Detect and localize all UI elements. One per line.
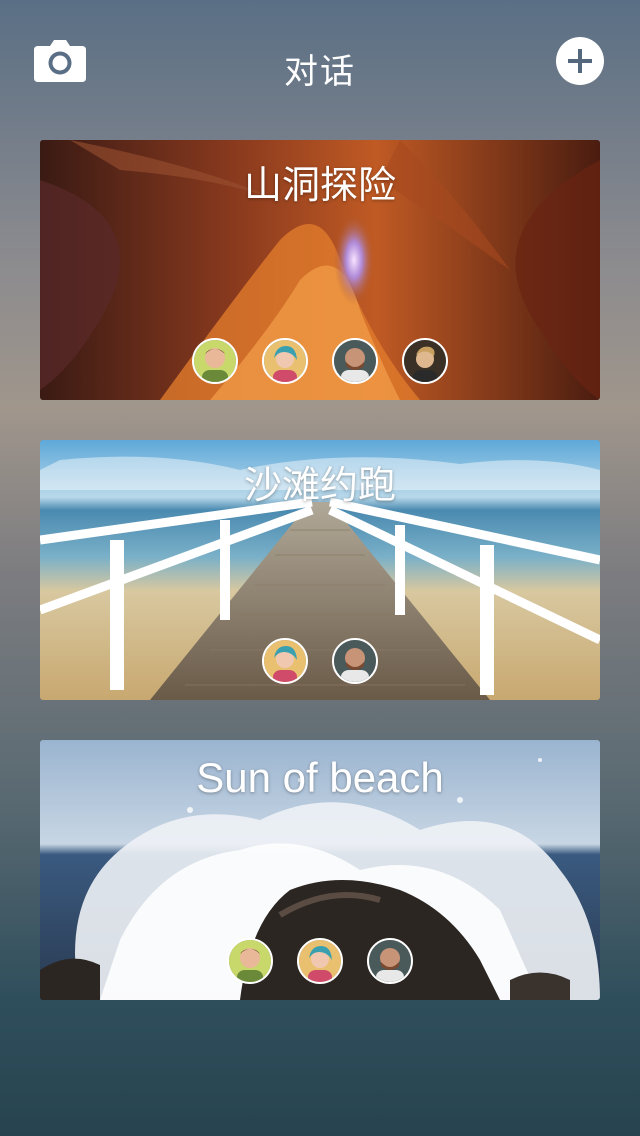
conversation-title: 山洞探险 — [243, 163, 396, 207]
conversation-card[interactable]: Sun of beach — [40, 740, 600, 1000]
member-avatar[interactable] — [332, 338, 378, 384]
member-avatar[interactable] — [402, 338, 448, 384]
member-avatar[interactable] — [332, 638, 378, 684]
member-avatar[interactable] — [192, 338, 238, 384]
member-avatar[interactable] — [227, 938, 273, 984]
page-title: 对话 — [284, 52, 356, 92]
member-avatars — [40, 638, 600, 684]
header-bar: 对话 — [0, 0, 640, 130]
conversation-card[interactable]: 沙滩约跑 — [40, 440, 600, 700]
member-avatar[interactable] — [262, 638, 308, 684]
member-avatars — [40, 338, 600, 384]
conversation-card[interactable]: 山洞探险 — [40, 140, 600, 400]
plus-icon — [568, 49, 592, 73]
member-avatar[interactable] — [367, 938, 413, 984]
member-avatar[interactable] — [262, 338, 308, 384]
conversation-title: 沙滩约跑 — [243, 463, 396, 507]
member-avatars — [40, 938, 600, 984]
conversation-title: Sun of beach — [196, 754, 444, 801]
add-conversation-button[interactable] — [556, 37, 604, 85]
member-avatar[interactable] — [297, 938, 343, 984]
